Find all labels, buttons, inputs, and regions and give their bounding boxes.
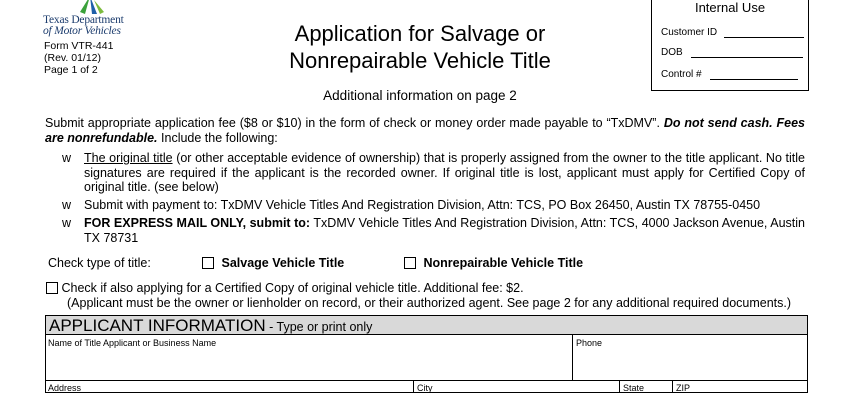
certified-copy-note: (Applicant must be the owner or lienhold…	[67, 296, 792, 310]
internal-use-heading: Internal Use	[694, 0, 766, 15]
fee-text: Submit appropriate application fee ($8 o…	[45, 116, 660, 130]
salvage-label: Salvage Vehicle Title	[221, 256, 345, 270]
customer-id-row: Customer ID	[661, 27, 804, 38]
nonrepairable-checkbox[interactable]	[404, 257, 416, 269]
applicant-name-field[interactable]	[46, 336, 572, 380]
applicant-heading-sub: - Type or print only	[265, 320, 373, 334]
form-title: Application for Salvage or Nonrepairable…	[270, 20, 570, 74]
control-label: Control #	[661, 69, 702, 80]
applicant-information-section: APPLICANT INFORMATION - Type or print on…	[45, 315, 808, 393]
instruction-bullet-1: w The original title (or other acceptabl…	[62, 151, 805, 195]
bullet2-text: Submit with payment to: TxDMV Vehicle Ti…	[84, 198, 761, 212]
internal-use-box: Internal Use Customer ID DOB Control #	[651, 0, 809, 91]
certified-copy-option: Check if also applying for a Certified C…	[46, 281, 808, 311]
applicant-section-header: APPLICANT INFORMATION - Type or print on…	[46, 316, 807, 335]
salvage-option: Salvage Vehicle Title	[202, 256, 344, 270]
instruction-bullet-3: w FOR EXPRESS MAIL ONLY, submit to: TxDM…	[62, 216, 805, 245]
dob-row: DOB	[661, 47, 804, 58]
title-type-label: Check type of title:	[48, 256, 151, 270]
agency-name-line2: of Motor Vehicles	[43, 25, 121, 37]
original-title-text: The original title	[84, 151, 173, 165]
control-row: Control #	[661, 69, 799, 80]
form-subtitle: Additional information on page 2	[323, 88, 517, 103]
form-number: Form VTR-441	[44, 40, 114, 52]
instruction-bullet-2: w Submit with payment to: TxDMV Vehicle …	[62, 198, 805, 213]
form-metadata: Form VTR-441 (Rev. 01/12) Page 1 of 2	[44, 40, 113, 76]
customer-id-label: Customer ID	[661, 27, 718, 38]
dob-label: DOB	[661, 47, 683, 58]
form-revision: (Rev. 01/12)	[44, 52, 101, 64]
customer-id-field[interactable]	[723, 28, 804, 38]
salvage-checkbox[interactable]	[202, 257, 214, 269]
phone-field[interactable]	[573, 336, 807, 380]
form-title-line2: Nonrepairable Vehicle Title	[289, 48, 551, 73]
bullet-glyph: w	[62, 151, 72, 165]
city-field[interactable]	[414, 381, 619, 393]
zip-field[interactable]	[673, 381, 808, 393]
title-type-row: Check type of title: Salvage Vehicle Tit…	[48, 256, 808, 272]
state-field[interactable]	[620, 381, 672, 393]
certified-copy-text: Check if also applying for a Certified C…	[61, 281, 524, 295]
nonrepairable-label: Nonrepairable Vehicle Title	[423, 256, 584, 270]
certified-copy-checkbox[interactable]	[46, 282, 58, 294]
control-field[interactable]	[710, 70, 799, 80]
include-text: Include the following:	[161, 131, 278, 145]
applicant-heading: APPLICANT INFORMATION	[49, 316, 266, 335]
express-mail-label: FOR EXPRESS MAIL ONLY, submit to:	[84, 216, 311, 230]
address-field[interactable]	[46, 381, 413, 393]
bullet1-text: (or other acceptable evidence of ownersh…	[84, 151, 805, 194]
bullet-glyph: w	[62, 216, 72, 230]
nonrepairable-option: Nonrepairable Vehicle Title	[404, 256, 583, 270]
txdmv-logo-mark-icon	[80, 0, 104, 14]
page-indicator: Page 1 of 2	[44, 64, 98, 76]
form-title-line1: Application for Salvage or	[294, 21, 546, 46]
bullet-glyph: w	[62, 198, 72, 212]
fee-instructions: Submit appropriate application fee ($8 o…	[45, 116, 805, 146]
dob-field[interactable]	[691, 48, 804, 58]
